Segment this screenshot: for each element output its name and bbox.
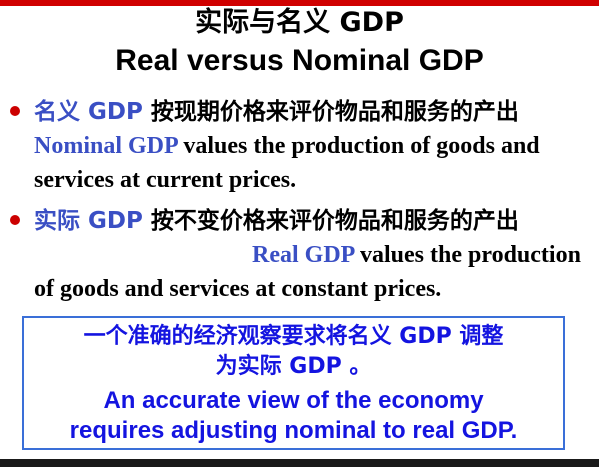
bullet-nominal-gdp: 名义 GDP 按现期价格来评价物品和服务的产出 Nominal GDP valu… — [34, 95, 594, 197]
real-gdp-term-en: Real GDP — [252, 242, 354, 268]
nominal-gdp-text-cn: 按现期价格来评价物品和服务的产出 — [142, 99, 519, 125]
callout-line-cn-1: 一个准确的经济观察要求将名义 GDP 调整 — [83, 324, 504, 349]
slide-title-chinese: 实际与名义 GDP — [195, 7, 404, 38]
callout-line-en-2: requires adjusting nominal to real GDP. — [69, 417, 518, 444]
real-gdp-term-cn: 实际 GDP — [34, 208, 143, 234]
callout-line-cn-2: 为实际 GDP 。 — [215, 354, 372, 379]
callout-box: 一个准确的经济观察要求将名义 GDP 调整 为实际 GDP 。 An accur… — [22, 316, 565, 450]
bullet-dot-icon — [10, 215, 20, 225]
nominal-gdp-term-en: Nominal GDP — [34, 133, 178, 159]
nominal-gdp-term-cn: 名义 GDP — [34, 99, 143, 125]
slide-title-english: Real versus Nominal GDP — [115, 44, 484, 77]
real-gdp-text-cn: 按不变价格来评价物品和服务的产出 — [142, 208, 519, 234]
bullet-real-gdp: 实际 GDP 按不变价格来评价物品和服务的产出Real GDP values t… — [34, 204, 594, 306]
callout-line-en-1: An accurate view of the economy — [103, 387, 484, 414]
bullet-dot-icon — [10, 106, 20, 116]
bottom-bar — [0, 459, 599, 467]
